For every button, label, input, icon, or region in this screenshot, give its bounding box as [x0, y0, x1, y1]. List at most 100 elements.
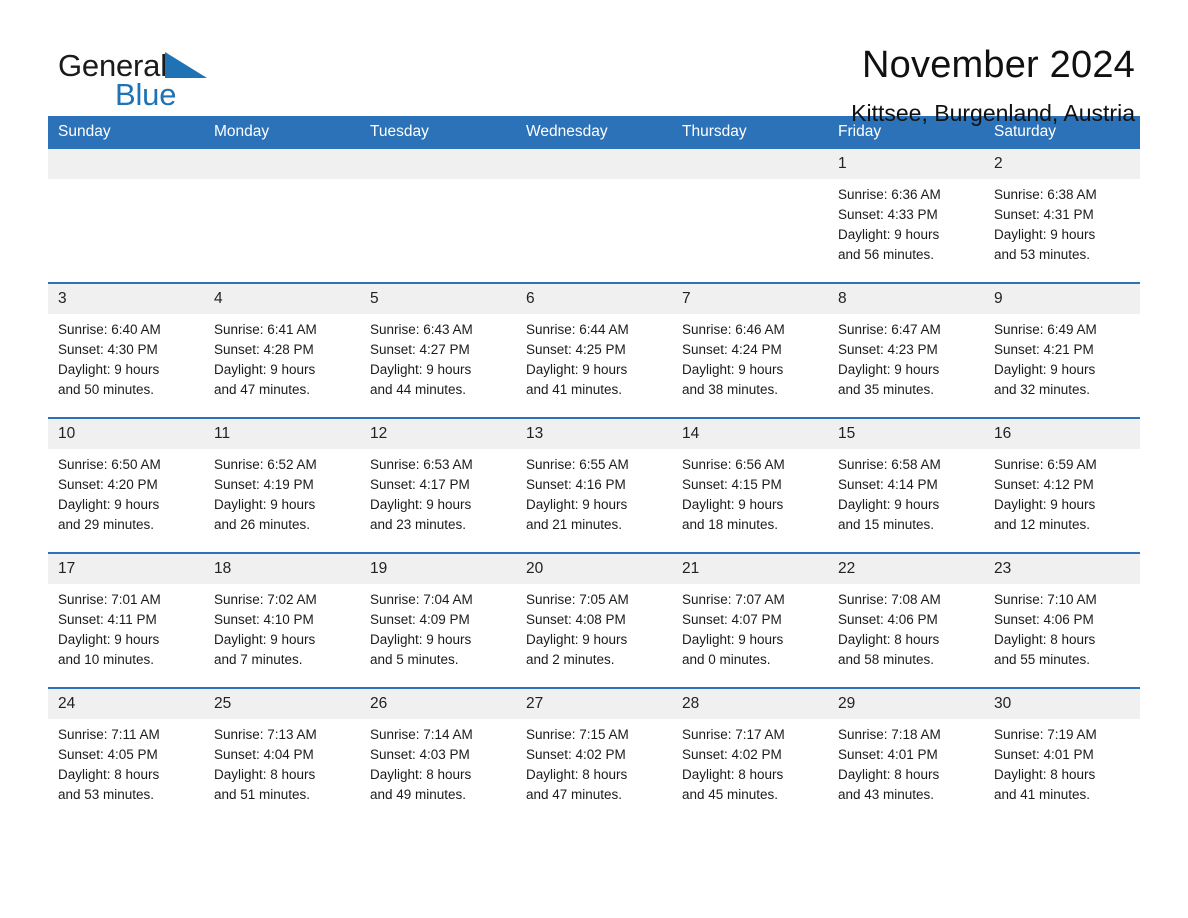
day-info: Sunrise: 7:10 AM Sunset: 4:06 PM Daylight:…: [984, 584, 1140, 670]
day-number: 27: [516, 689, 672, 719]
sunset-text: Sunset: 4:27 PM: [370, 342, 470, 357]
sunrise-text: Sunrise: 6:55 AM: [526, 457, 629, 472]
sunrise-text: Sunrise: 6:58 AM: [838, 457, 941, 472]
daylight-text-line2: and 7 minutes.: [214, 652, 303, 667]
calendar-day-cell[interactable]: 6 Sunrise: 6:44 AM Sunset: 4:25 PM Daylight…: [516, 282, 672, 418]
daylight-text-line1: Daylight: 8 hours: [994, 767, 1096, 782]
calendar-day-cell[interactable]: 19 Sunrise: 7:04 AM Sunset: 4:09 PM Dayligh…: [360, 552, 516, 688]
calendar-day-cell[interactable]: 16 Sunrise: 6:59 AM Sunset: 4:12 PM Dayligh…: [984, 417, 1140, 553]
day-number: [672, 149, 828, 179]
sunrise-text: Sunrise: 7:02 AM: [214, 592, 317, 607]
day-number: 7: [672, 284, 828, 314]
sunset-text: Sunset: 4:01 PM: [994, 747, 1094, 762]
calendar-week-row: 1 Sunrise: 6:36 AM Sunset: 4:33 PM Daylight…: [48, 149, 1140, 283]
daylight-text-line1: Daylight: 9 hours: [838, 227, 940, 242]
calendar-day-cell[interactable]: 7 Sunrise: 6:46 AM Sunset: 4:24 PM Daylight…: [672, 282, 828, 418]
calendar-day-cell[interactable]: 21 Sunrise: 7:07 AM Sunset: 4:07 PM Dayligh…: [672, 552, 828, 688]
sunset-text: Sunset: 4:06 PM: [994, 612, 1094, 627]
day-number: 15: [828, 419, 984, 449]
general-blue-logo: General Blue: [58, 48, 258, 124]
day-info: Sunrise: 7:19 AM Sunset: 4:01 PM Daylight:…: [984, 719, 1140, 805]
calendar-day-cell[interactable]: 12 Sunrise: 6:53 AM Sunset: 4:17 PM Dayligh…: [360, 417, 516, 553]
day-info: Sunrise: 7:07 AM Sunset: 4:07 PM Daylight:…: [672, 584, 828, 670]
day-number: 28: [672, 689, 828, 719]
sunrise-text: Sunrise: 7:19 AM: [994, 727, 1097, 742]
calendar-week-row: 3 Sunrise: 6:40 AM Sunset: 4:30 PM Daylight…: [48, 282, 1140, 418]
sunrise-text: Sunrise: 7:13 AM: [214, 727, 317, 742]
calendar-day-cell[interactable]: 20 Sunrise: 7:05 AM Sunset: 4:08 PM Dayligh…: [516, 552, 672, 688]
daylight-text-line2: and 41 minutes.: [994, 787, 1091, 802]
calendar-day-cell[interactable]: 10 Sunrise: 6:50 AM Sunset: 4:20 PM Dayligh…: [48, 417, 204, 553]
daylight-text-line2: and 32 minutes.: [994, 382, 1091, 397]
sunset-text: Sunset: 4:33 PM: [838, 207, 938, 222]
sunrise-text: Sunrise: 7:17 AM: [682, 727, 785, 742]
calendar-day-cell[interactable]: 1 Sunrise: 6:36 AM Sunset: 4:33 PM Daylight…: [828, 149, 984, 283]
sunrise-text: Sunrise: 6:50 AM: [58, 457, 161, 472]
sunset-text: Sunset: 4:23 PM: [838, 342, 938, 357]
calendar-day-cell[interactable]: 15 Sunrise: 6:58 AM Sunset: 4:14 PM Dayligh…: [828, 417, 984, 553]
calendar-day-cell[interactable]: 23 Sunrise: 7:10 AM Sunset: 4:06 PM Dayligh…: [984, 552, 1140, 688]
calendar-day-cell[interactable]: 14 Sunrise: 6:56 AM Sunset: 4:15 PM Dayligh…: [672, 417, 828, 553]
calendar-day-cell[interactable]: 2 Sunrise: 6:38 AM Sunset: 4:31 PM Daylight…: [984, 149, 1140, 283]
day-info: Sunrise: 7:18 AM Sunset: 4:01 PM Daylight:…: [828, 719, 984, 805]
calendar-day-cell[interactable]: 5 Sunrise: 6:43 AM Sunset: 4:27 PM Daylight…: [360, 282, 516, 418]
day-info: Sunrise: 7:04 AM Sunset: 4:09 PM Daylight:…: [360, 584, 516, 670]
day-info: Sunrise: 6:38 AM Sunset: 4:31 PM Daylight:…: [984, 179, 1140, 265]
sunset-text: Sunset: 4:09 PM: [370, 612, 470, 627]
day-number: 24: [48, 689, 204, 719]
day-info: Sunrise: 7:05 AM Sunset: 4:08 PM Daylight:…: [516, 584, 672, 670]
day-number: 4: [204, 284, 360, 314]
calendar-day-cell[interactable]: 3 Sunrise: 6:40 AM Sunset: 4:30 PM Daylight…: [48, 282, 204, 418]
calendar-day-cell[interactable]: 13 Sunrise: 6:55 AM Sunset: 4:16 PM Dayligh…: [516, 417, 672, 553]
calendar-day-cell[interactable]: 22 Sunrise: 7:08 AM Sunset: 4:06 PM Dayligh…: [828, 552, 984, 688]
day-number: 29: [828, 689, 984, 719]
day-info: Sunrise: 6:40 AM Sunset: 4:30 PM Daylight:…: [48, 314, 204, 400]
calendar-day-cell[interactable]: 25 Sunrise: 7:13 AM Sunset: 4:04 PM Dayligh…: [204, 687, 360, 822]
calendar-day-cell[interactable]: 11 Sunrise: 6:52 AM Sunset: 4:19 PM Dayligh…: [204, 417, 360, 553]
daylight-text-line1: Daylight: 9 hours: [838, 362, 940, 377]
daylight-text-line2: and 41 minutes.: [526, 382, 623, 397]
sunrise-text: Sunrise: 6:47 AM: [838, 322, 941, 337]
calendar-day-cell[interactable]: 8 Sunrise: 6:47 AM Sunset: 4:23 PM Daylight…: [828, 282, 984, 418]
day-info: Sunrise: 7:15 AM Sunset: 4:02 PM Daylight:…: [516, 719, 672, 805]
calendar-week-row: 24 Sunrise: 7:11 AM Sunset: 4:05 PM Dayligh…: [48, 687, 1140, 822]
day-number: 23: [984, 554, 1140, 584]
calendar-day-cell[interactable]: 30 Sunrise: 7:19 AM Sunset: 4:01 PM Dayligh…: [984, 687, 1140, 822]
calendar-cell-empty: [48, 149, 204, 283]
daylight-text-line1: Daylight: 8 hours: [682, 767, 784, 782]
calendar-day-cell[interactable]: 18 Sunrise: 7:02 AM Sunset: 4:10 PM Dayligh…: [204, 552, 360, 688]
calendar-day-cell[interactable]: 29 Sunrise: 7:18 AM Sunset: 4:01 PM Dayligh…: [828, 687, 984, 822]
day-info: Sunrise: 7:11 AM Sunset: 4:05 PM Daylight:…: [48, 719, 204, 805]
sunset-text: Sunset: 4:19 PM: [214, 477, 314, 492]
day-number: 9: [984, 284, 1140, 314]
daylight-text-line1: Daylight: 9 hours: [214, 632, 316, 647]
day-number: 22: [828, 554, 984, 584]
sunset-text: Sunset: 4:20 PM: [58, 477, 158, 492]
calendar-day-cell[interactable]: 24 Sunrise: 7:11 AM Sunset: 4:05 PM Dayligh…: [48, 687, 204, 822]
daylight-text-line2: and 55 minutes.: [994, 652, 1091, 667]
calendar-day-cell[interactable]: 9 Sunrise: 6:49 AM Sunset: 4:21 PM Daylight…: [984, 282, 1140, 418]
daylight-text-line1: Daylight: 8 hours: [58, 767, 160, 782]
sunset-text: Sunset: 4:28 PM: [214, 342, 314, 357]
calendar-day-cell[interactable]: 27 Sunrise: 7:15 AM Sunset: 4:02 PM Dayligh…: [516, 687, 672, 822]
calendar-day-cell[interactable]: 17 Sunrise: 7:01 AM Sunset: 4:11 PM Dayligh…: [48, 552, 204, 688]
sunrise-text: Sunrise: 7:05 AM: [526, 592, 629, 607]
daylight-text-line1: Daylight: 8 hours: [370, 767, 472, 782]
sunset-text: Sunset: 4:07 PM: [682, 612, 782, 627]
day-number: 10: [48, 419, 204, 449]
sunrise-text: Sunrise: 7:14 AM: [370, 727, 473, 742]
daylight-text-line2: and 45 minutes.: [682, 787, 779, 802]
sunrise-text: Sunrise: 6:38 AM: [994, 187, 1097, 202]
calendar-day-cell[interactable]: 28 Sunrise: 7:17 AM Sunset: 4:02 PM Dayligh…: [672, 687, 828, 822]
daylight-text-line1: Daylight: 9 hours: [994, 497, 1096, 512]
calendar-day-cell[interactable]: 4 Sunrise: 6:41 AM Sunset: 4:28 PM Daylight…: [204, 282, 360, 418]
day-number: [204, 149, 360, 179]
sunrise-text: Sunrise: 6:49 AM: [994, 322, 1097, 337]
sunset-text: Sunset: 4:01 PM: [838, 747, 938, 762]
sunset-text: Sunset: 4:11 PM: [58, 612, 157, 627]
daylight-text-line2: and 53 minutes.: [994, 247, 1091, 262]
daylight-text-line2: and 53 minutes.: [58, 787, 155, 802]
day-number: 26: [360, 689, 516, 719]
calendar-day-cell[interactable]: 26 Sunrise: 7:14 AM Sunset: 4:03 PM Dayligh…: [360, 687, 516, 822]
daylight-text-line2: and 10 minutes.: [58, 652, 155, 667]
